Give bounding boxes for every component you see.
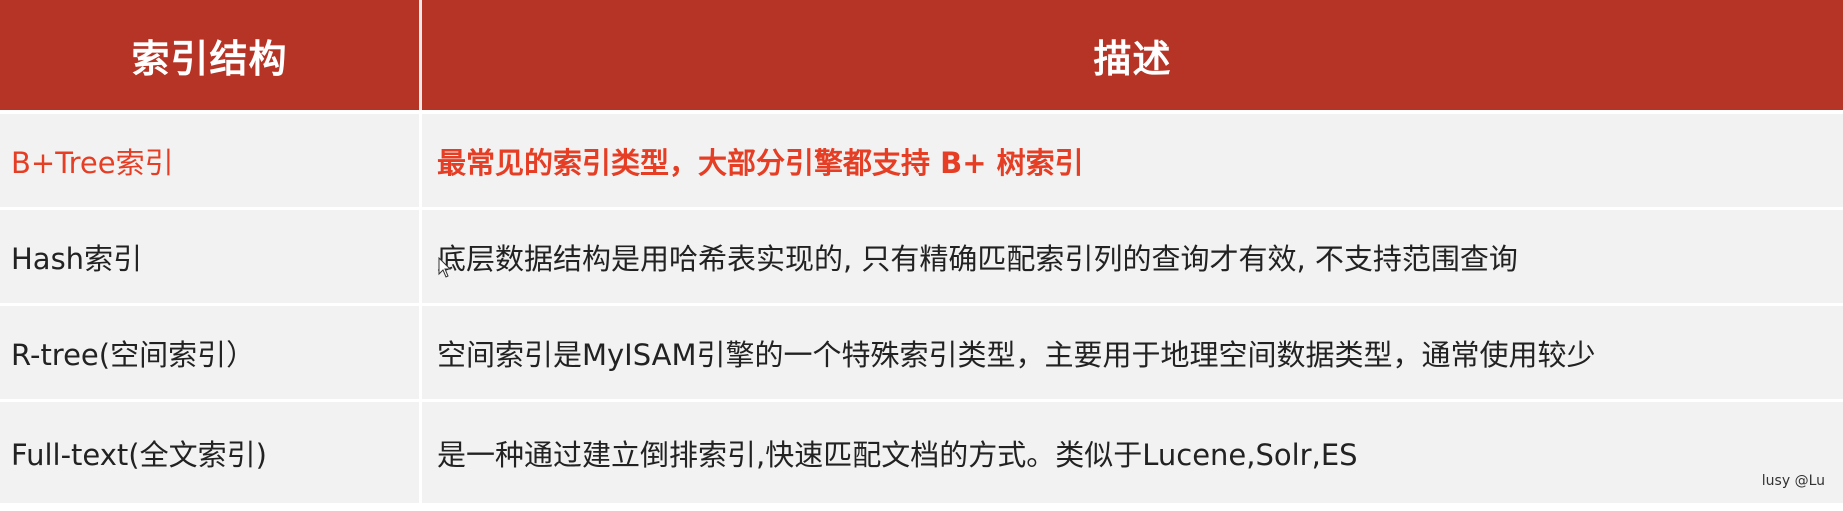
index-structure-table: 索引结构 描述 B+Tree索引 最常见的索引类型，大部分引擎都支持 B+ 树索… — [0, 0, 1843, 511]
table-row: Hash索引 底层数据结构是用哈希表实现的, 只有精确匹配索引列的查询才有效, … — [0, 210, 1843, 303]
header-cell-structure: 索引结构 — [131, 36, 288, 81]
column-divider — [419, 114, 422, 207]
structure-cell: B+Tree索引 — [11, 145, 174, 180]
structure-cell: Hash索引 — [11, 241, 143, 276]
column-divider — [419, 210, 422, 303]
column-divider — [419, 306, 422, 399]
description-cell: 是一种通过建立倒排索引,快速匹配文档的方式。类似于Lucene,Solr,ES — [437, 437, 1358, 472]
description-cell: 底层数据结构是用哈希表实现的, 只有精确匹配索引列的查询才有效, 不支持范围查询 — [437, 241, 1518, 276]
structure-cell: Full-text(全文索引) — [11, 437, 267, 472]
watermark-text: lusy @Lu — [1761, 473, 1825, 489]
table-header: 索引结构 描述 — [0, 0, 1843, 110]
table-row: Full-text(全文索引) 是一种通过建立倒排索引,快速匹配文档的方式。类似… — [0, 402, 1843, 503]
table-row: B+Tree索引 最常见的索引类型，大部分引擎都支持 B+ 树索引 — [0, 114, 1843, 207]
table-bottom-border — [0, 503, 1843, 511]
header-cell-description: 描述 — [1093, 36, 1172, 81]
column-divider — [419, 402, 422, 503]
description-cell: 最常见的索引类型，大部分引擎都支持 B+ 树索引 — [437, 145, 1084, 180]
description-cell: 空间索引是MyISAM引擎的一个特殊索引类型，主要用于地理空间数据类型，通常使用… — [437, 337, 1596, 372]
table-row: R-tree(空间索引） 空间索引是MyISAM引擎的一个特殊索引类型，主要用于… — [0, 306, 1843, 399]
structure-cell: R-tree(空间索引） — [11, 337, 256, 372]
mouse-pointer-icon — [438, 257, 452, 278]
